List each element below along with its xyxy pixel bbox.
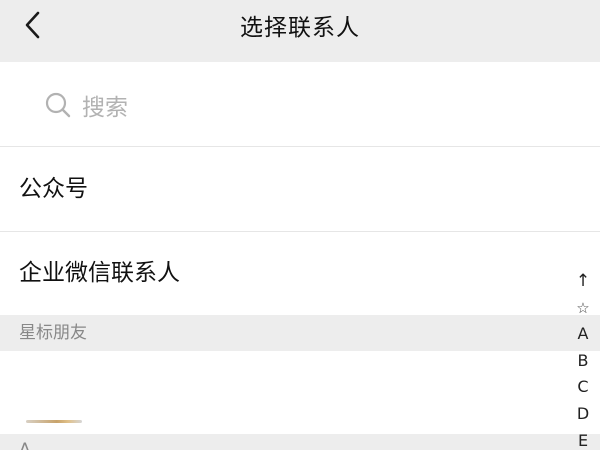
index-letter-c[interactable]: C bbox=[570, 374, 596, 401]
search-section: 搜索 bbox=[0, 62, 600, 147]
avatar bbox=[26, 420, 82, 423]
work-contacts-label: 企业微信联系人 bbox=[19, 260, 180, 286]
index-letter-d[interactable]: D bbox=[570, 401, 596, 428]
official-accounts-label: 公众号 bbox=[19, 176, 88, 202]
search-placeholder: 搜索 bbox=[82, 95, 128, 121]
section-a-header: A bbox=[0, 434, 600, 450]
index-star-icon[interactable]: ☆ bbox=[570, 295, 596, 322]
page-title: 选择联系人 bbox=[240, 15, 360, 41]
search-input[interactable]: 搜索 bbox=[44, 88, 128, 122]
work-contacts-item[interactable]: 企业微信联系人 bbox=[0, 232, 600, 315]
official-accounts-item[interactable]: 公众号 bbox=[0, 147, 600, 232]
section-header-label: 星标朋友 bbox=[19, 323, 87, 343]
starred-friends-header: 星标朋友 bbox=[0, 315, 600, 351]
alphabet-index-bar[interactable]: ↑ ☆ A B C D E bbox=[570, 268, 596, 450]
index-top-arrow-icon[interactable]: ↑ bbox=[570, 268, 596, 295]
search-icon bbox=[44, 91, 72, 119]
select-contact-screen: 选择联系人 搜索 公众号 企业微信联系人 星标朋友 A ↑ ☆ A B C D … bbox=[0, 0, 600, 450]
index-letter-e[interactable]: E bbox=[570, 428, 596, 450]
index-letter-a[interactable]: A bbox=[570, 321, 596, 348]
navigation-bar: 选择联系人 bbox=[0, 0, 600, 62]
contact-list-item[interactable] bbox=[0, 351, 600, 434]
section-header-label: A bbox=[19, 440, 31, 450]
index-letter-b[interactable]: B bbox=[570, 348, 596, 375]
